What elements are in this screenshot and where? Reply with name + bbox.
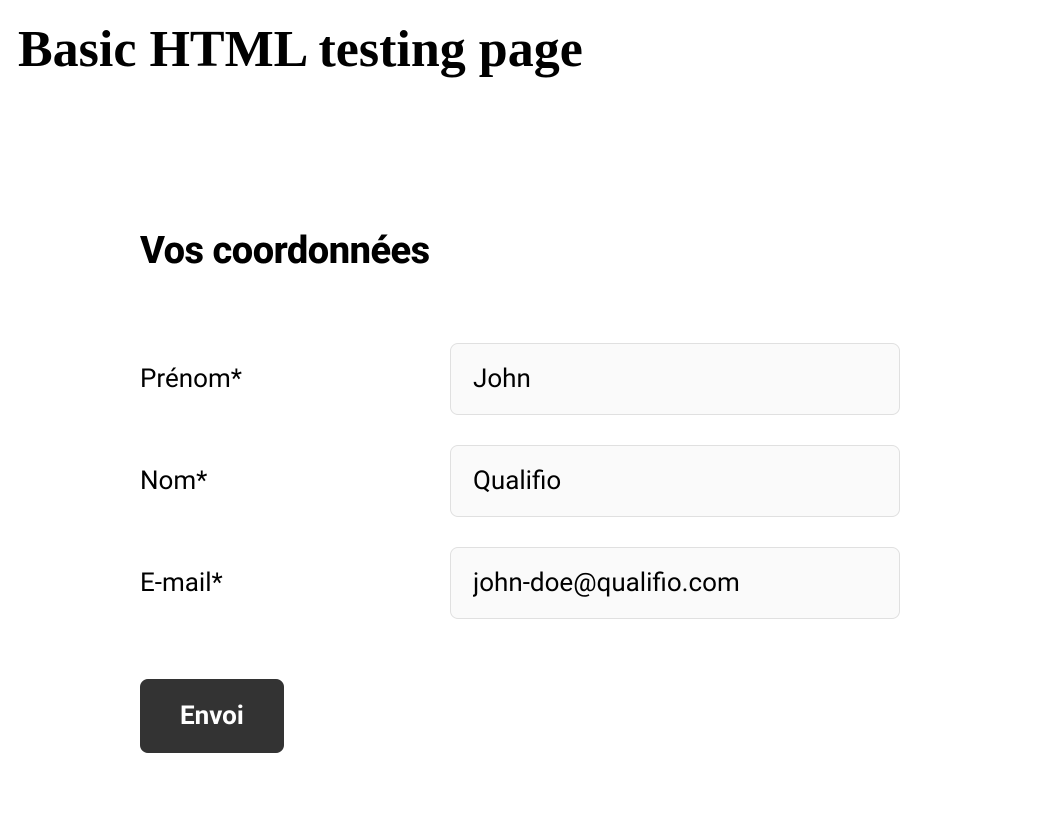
email-label: E-mail* xyxy=(140,568,450,598)
email-input[interactable] xyxy=(450,547,900,619)
firstname-input[interactable] xyxy=(450,343,900,415)
form-heading: Vos coordonnées xyxy=(140,229,902,273)
contact-form: Vos coordonnées Prénom* Nom* E-mail* Env… xyxy=(0,79,1042,753)
page-title: Basic HTML testing page xyxy=(0,0,1042,79)
form-row-lastname: Nom* xyxy=(140,445,902,517)
lastname-input[interactable] xyxy=(450,445,900,517)
form-row-firstname: Prénom* xyxy=(140,343,902,415)
form-row-email: E-mail* xyxy=(140,547,902,619)
lastname-label: Nom* xyxy=(140,466,450,496)
submit-button[interactable]: Envoi xyxy=(140,679,284,753)
firstname-label: Prénom* xyxy=(140,364,450,394)
